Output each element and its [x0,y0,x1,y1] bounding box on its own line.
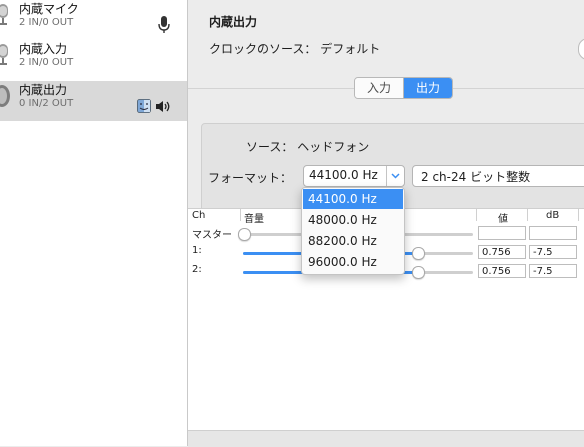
chevron-down-icon[interactable] [386,166,404,186]
master-volume-slider[interactable] [238,228,251,241]
master-value-field[interactable] [478,226,526,240]
finder-icon [137,99,151,113]
menu-item-96000[interactable]: 96000.0 Hz [303,252,403,272]
row-label-ch1: 1: [192,245,202,256]
device-sidebar: 内蔵マイク 2 IN/0 OUT 内蔵入力 2 IN/0 OUT 内蔵出力 0 … [0,0,188,446]
clock-source-label: クロックのソース： デフォルト [209,42,381,56]
source-label: ソース： ヘッドフォン [246,140,370,154]
ch2-value-field[interactable]: 0.756 [478,264,526,278]
sample-rate-popup[interactable]: 44100.0 Hz [303,165,405,187]
speaker-icon [156,101,170,112]
master-db-field[interactable] [529,226,577,240]
ch1-value-field[interactable]: 0.756 [478,245,526,259]
microphone-icon [158,16,170,33]
ch2-db-field[interactable]: -7.5 [529,264,577,278]
device-io: 2 IN/0 OUT [19,57,74,68]
row-label-master: マスター [192,230,232,241]
device-item-builtin-input[interactable]: 内蔵入力 2 IN/0 OUT [0,40,187,80]
bit-format-popup[interactable]: 2 ch-24 ビット整数 [412,165,584,187]
column-header-db: dB [546,210,560,221]
menu-item-88200[interactable]: 88200.0 Hz [303,231,403,251]
device-name: 内蔵出力 [19,83,68,97]
device-io: 0 IN/2 OUT [19,98,74,109]
device-item-builtin-output[interactable]: 内蔵出力 0 IN/2 OUT [0,81,187,121]
input-output-segmented-control[interactable]: 入力 出力 [354,77,454,99]
speaker-device-icon [0,85,10,107]
ch1-volume-slider[interactable] [411,247,425,260]
device-item-builtin-mic[interactable]: 内蔵マイク 2 IN/0 OUT [0,0,187,40]
bit-format-value: 2 ch-24 ビット整数 [421,170,531,184]
microphone-device-icon [0,44,8,65]
ch2-volume-slider[interactable] [411,266,425,279]
device-io: 2 IN/0 OUT [19,17,74,28]
column-header-volume: 音量 [244,214,264,225]
row-label-ch2: 2: [192,264,202,275]
menu-item-48000[interactable]: 48000.0 Hz [303,210,403,230]
tab-output[interactable]: 出力 [404,78,453,98]
device-name: 内蔵マイク [19,2,79,16]
clock-source-popup[interactable] [578,38,584,60]
sample-rate-menu: 44100.0 Hz 48000.0 Hz 88200.0 Hz 96000.0… [301,187,405,275]
format-label: フォーマット： [208,171,293,185]
device-name: 内蔵入力 [19,42,68,56]
column-header-value: 値 [498,214,508,225]
column-header-ch: Ch [192,210,206,221]
microphone-device-icon [0,4,8,25]
ch1-db-field[interactable]: -7.5 [529,245,577,259]
bottom-toolbar [188,430,584,447]
device-title: 内蔵出力 [209,15,258,29]
sample-rate-value: 44100.0 Hz [309,168,378,182]
menu-item-44100[interactable]: 44100.0 Hz [303,189,403,209]
tab-input[interactable]: 入力 [355,78,405,98]
